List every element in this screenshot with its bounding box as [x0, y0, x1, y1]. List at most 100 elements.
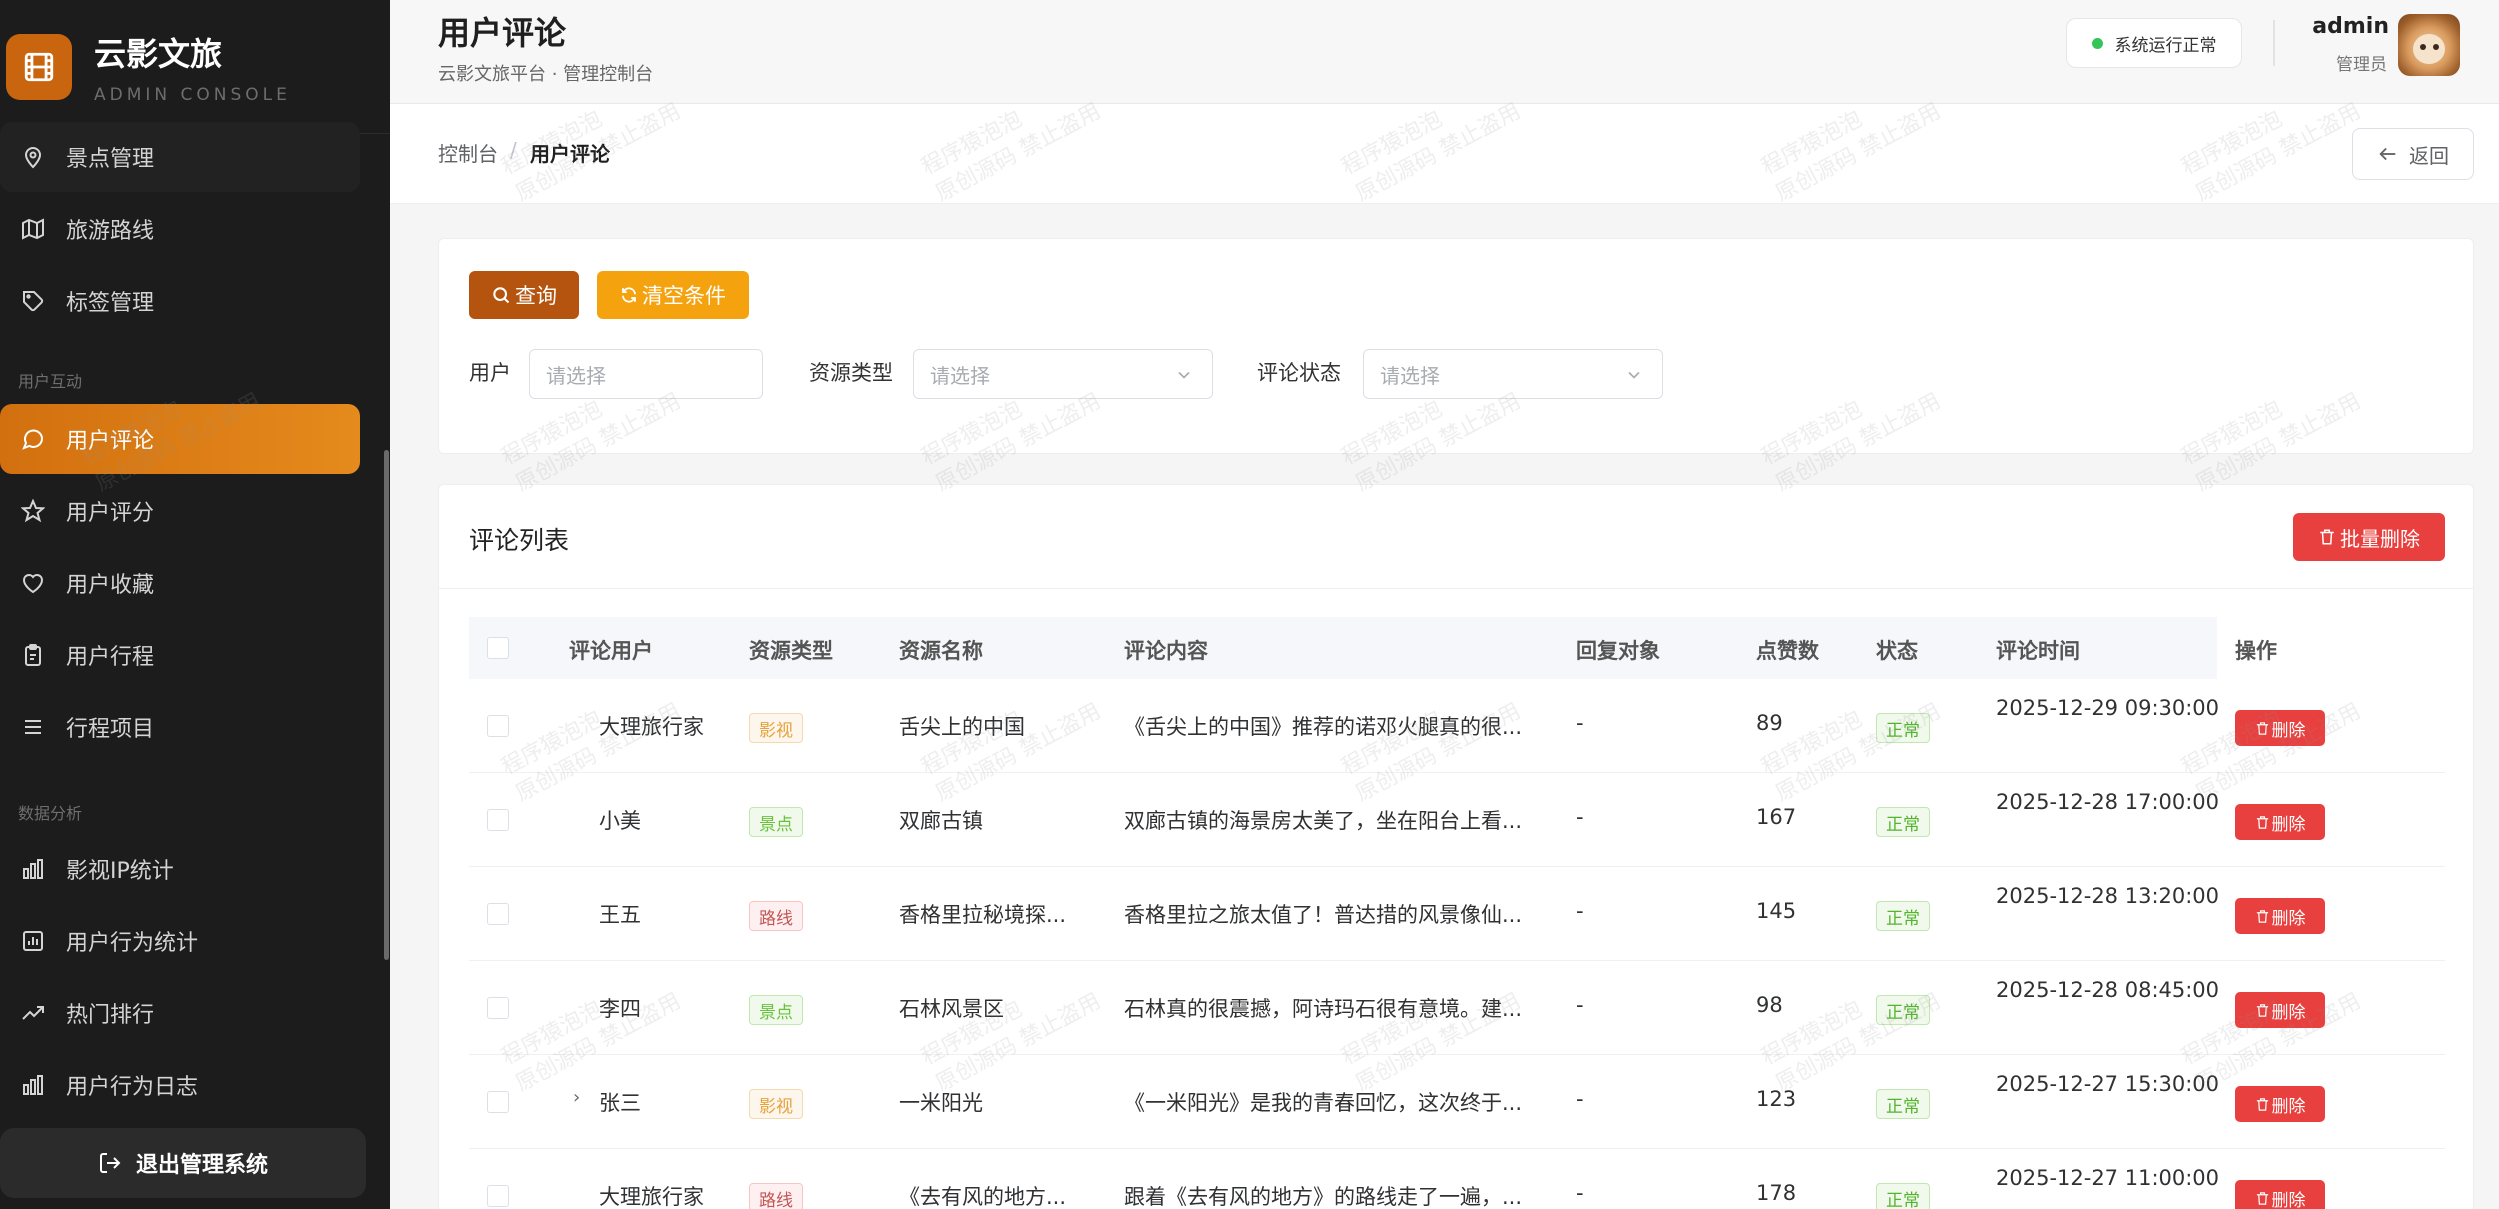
cell-user: 王五	[599, 903, 641, 927]
status-badge: 正常	[1876, 807, 1930, 837]
row-checkbox[interactable]	[487, 715, 509, 737]
cell-time: 2025-12-28 13:20:00	[1996, 884, 2220, 908]
bar-chart-icon	[20, 856, 46, 882]
sidebar-item-trips[interactable]: 用户行程	[0, 620, 360, 690]
arrow-left-icon	[2377, 143, 2399, 165]
type-filter-select[interactable]: 请选择	[913, 349, 1213, 399]
row-checkbox[interactable]	[487, 809, 509, 831]
delete-button[interactable]: 删除	[2235, 804, 2325, 840]
select-all-checkbox[interactable]	[487, 637, 509, 659]
row-checkbox[interactable]	[487, 1185, 509, 1207]
avatar[interactable]	[2398, 14, 2460, 76]
sidebar-item-behavior-stats[interactable]: 用户行为统计	[0, 906, 360, 976]
clear-label: 清空条件	[642, 284, 726, 308]
table-row[interactable]: 王五 路线 香格里拉秘境探... 香格里拉之旅太值了！普达措的风景像仙... -…	[469, 867, 2445, 961]
sidebar-item-behavior-log[interactable]: 用户行为日志	[0, 1050, 360, 1120]
search-icon	[491, 285, 511, 305]
cell-reply: -	[1576, 1181, 1584, 1205]
status-badge: 正常	[1876, 901, 1930, 931]
row-checkbox[interactable]	[487, 1091, 509, 1113]
delete-button[interactable]: 删除	[2235, 992, 2325, 1028]
status-filter-placeholder: 请选择	[1380, 363, 1440, 388]
sidebar-item-trip-items[interactable]: 行程项目	[0, 692, 360, 762]
type-tag: 影视	[749, 713, 803, 743]
status-filter-select[interactable]: 请选择	[1363, 349, 1663, 399]
avatar-eye	[2433, 44, 2439, 50]
status-dot-icon	[2091, 37, 2103, 49]
map-icon	[20, 216, 46, 242]
avatar-eye	[2420, 44, 2426, 50]
cell-resource-name: 香格里拉秘境探...	[899, 903, 1067, 927]
trash-icon	[2255, 1191, 2270, 1206]
cell-resource-name: 舌尖上的中国	[899, 715, 1025, 739]
trash-icon	[2255, 721, 2270, 736]
sidebar-item-ip-stats[interactable]: 影视IP统计	[0, 834, 360, 904]
breadcrumb-home[interactable]: 控制台	[438, 138, 498, 167]
table-row[interactable]: 大理旅行家 路线 《去有风的地方... 跟着《去有风的地方》的路线走了一遍，..…	[469, 1149, 2445, 1209]
status-badge: 正常	[1876, 1089, 1930, 1119]
sidebar-item-ratings[interactable]: 用户评分	[0, 476, 360, 546]
film-icon	[6, 33, 72, 100]
table-header: 评论用户 资源类型 资源名称 评论内容 回复对象 点赞数 状态 评论时间	[469, 617, 2217, 679]
delete-button[interactable]: 删除	[2235, 710, 2325, 746]
comment-list-panel: 评论列表 批量删除 评论用户 资源类型 资源名称 评论内容 回复对象 点赞数 状…	[438, 484, 2475, 1209]
divider	[2273, 20, 2275, 66]
delete-label: 删除	[2271, 814, 2306, 835]
logout-icon	[98, 1151, 122, 1175]
sidebar-item-favorites[interactable]: 用户收藏	[0, 548, 360, 618]
row-checkbox[interactable]	[487, 997, 509, 1019]
logout-button[interactable]: 退出管理系统	[0, 1128, 366, 1198]
query-button[interactable]: 查询	[469, 271, 579, 319]
cell-content: 《舌尖上的中国》推荐的诺邓火腿真的很...	[1124, 715, 1523, 739]
delete-button[interactable]: 删除	[2235, 898, 2325, 934]
trash-icon	[2255, 909, 2270, 924]
type-filter-placeholder: 请选择	[930, 363, 990, 388]
trash-icon	[2255, 1097, 2270, 1112]
cell-time: 2025-12-28 08:45:00	[1996, 978, 2220, 1002]
trend-icon	[20, 1000, 46, 1026]
main-area: 用户评论 云影文旅平台 · 管理控制台 系统运行正常 admin 管理员 控制台…	[390, 0, 2499, 1209]
table-row[interactable]: 大理旅行家 影视 舌尖上的中国 《舌尖上的中国》推荐的诺邓火腿真的很... - …	[469, 679, 2445, 773]
cell-user: 小美	[599, 809, 641, 833]
star-icon	[20, 498, 46, 524]
cell-user: 李四	[599, 997, 641, 1021]
sidebar-item-tags[interactable]: 标签管理	[0, 266, 360, 336]
table-row[interactable]: 小美 景点 双廊古镇 双廊古镇的海景房太美了，坐在阳台上看... - 167 正…	[469, 773, 2445, 867]
chevron-right-icon[interactable]: ›	[573, 1087, 580, 1108]
sidebar-item-label: 热门排行	[66, 1003, 155, 1028]
table-row[interactable]: › 张三 影视 一米阳光 《一米阳光》是我的青春回忆，这次终于... - 123…	[469, 1055, 2445, 1149]
trash-icon	[2255, 1003, 2270, 1018]
sidebar-item-comments[interactable]: 用户评论	[0, 404, 360, 474]
cell-reply: -	[1576, 899, 1584, 923]
delete-label: 删除	[2271, 1096, 2306, 1117]
column-header: 回复对象	[1576, 639, 1660, 663]
cell-resource-name: 石林风景区	[899, 997, 1004, 1021]
heart-icon	[20, 570, 46, 596]
avatar-face	[2413, 34, 2445, 64]
sidebar-item-routes[interactable]: 旅游路线	[0, 194, 360, 264]
comment-icon	[20, 426, 46, 452]
type-tag: 景点	[749, 995, 803, 1025]
chevron-down-icon	[1174, 365, 1194, 385]
nav-group-analysis: 数据分析	[18, 804, 83, 823]
sidebar-item-hot-rank[interactable]: 热门排行	[0, 978, 360, 1048]
delete-button[interactable]: 删除	[2235, 1180, 2325, 1209]
batch-delete-button[interactable]: 批量删除	[2293, 513, 2445, 561]
delete-button[interactable]: 删除	[2235, 1086, 2325, 1122]
type-tag: 路线	[749, 901, 803, 931]
table-row[interactable]: 李四 景点 石林风景区 石林真的很震撼，阿诗玛石很有意境。建... - 98 正…	[469, 961, 2445, 1055]
user-filter-select[interactable]: 请选择	[529, 349, 763, 399]
cell-likes: 178	[1756, 1181, 1797, 1205]
sidebar-item-label: 用户收藏	[66, 573, 155, 598]
row-checkbox[interactable]	[487, 903, 509, 925]
back-button[interactable]: 返回	[2352, 128, 2474, 180]
sidebar-scrollbar[interactable]	[384, 450, 389, 960]
clear-filters-button[interactable]: 清空条件	[597, 271, 749, 319]
divider	[439, 588, 2475, 589]
cell-resource-name: 双廊古镇	[899, 809, 983, 833]
sidebar-item-spots[interactable]: 景点管理	[0, 122, 360, 192]
trash-icon	[2318, 528, 2336, 546]
brand-subtitle: ADMIN CONSOLE	[94, 84, 291, 105]
breadcrumb: 控制台 / 用户评论 返回	[390, 104, 2499, 204]
cell-reply: -	[1576, 1087, 1584, 1111]
